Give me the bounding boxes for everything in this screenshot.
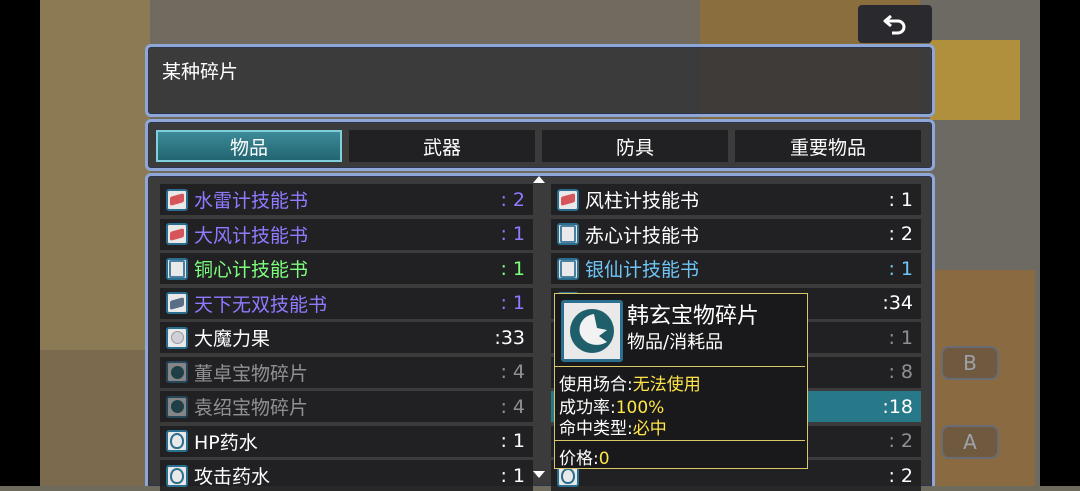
item-row[interactable]: 赤心计技能书 : 2 [551, 218, 921, 250]
a-button[interactable]: A [941, 425, 999, 459]
item-row[interactable]: 银仙计技能书 : 1 [551, 253, 921, 284]
item-count: : 2 [888, 464, 913, 487]
tooltip-hit-label: 命中类型: [559, 419, 633, 439]
item-name: 铜心计技能书 [194, 259, 309, 281]
tab-weapons[interactable]: 武器 [349, 130, 535, 162]
back-button[interactable] [858, 5, 932, 43]
item-row[interactable]: 攻击药水 : 1 [160, 460, 533, 491]
item-row[interactable]: 铜心计技能书 : 1 [160, 253, 533, 284]
item-name: 天下无双技能书 [194, 293, 328, 316]
tooltip-use-row: 使用场合:无法使用 [559, 370, 701, 395]
item-name: 董卓宝物碎片 [194, 362, 309, 385]
scroll-book-icon [557, 257, 579, 280]
potion-icon [166, 464, 188, 487]
item-name: 水雷计技能书 [194, 190, 309, 212]
item-count: : 8 [888, 361, 913, 383]
fragment-icon [561, 300, 623, 362]
item-row[interactable]: 袁绍宝物碎片 : 4 [160, 391, 533, 422]
item-count: : 1 [888, 188, 913, 211]
item-name: 赤心计技能书 [585, 224, 700, 247]
tooltip-hit-row: 命中类型:必中 [559, 414, 667, 439]
item-count: : 1 [888, 326, 913, 349]
item-count: : 4 [500, 395, 525, 418]
tooltip-item-name: 韩玄宝物碎片 [627, 304, 760, 329]
item-name: HP药水 [194, 431, 258, 454]
item-name: 大风计技能书 [194, 224, 309, 247]
item-count: :18 [882, 395, 913, 418]
tooltip-item-type: 物品/消耗品 [627, 332, 724, 353]
item-row[interactable]: HP药水 : 1 [160, 425, 533, 457]
item-count: : 2 [500, 188, 525, 211]
tab-key-items[interactable]: 重要物品 [735, 130, 921, 162]
item-name: 大魔力果 [194, 328, 271, 350]
tooltip-price-value: 0 [598, 449, 610, 469]
tab-items[interactable]: 物品 [156, 130, 342, 162]
item-count: : 1 [500, 223, 525, 245]
potion-icon [166, 430, 188, 452]
item-name: 风柱计技能书 [585, 190, 700, 212]
item-row[interactable]: 大魔力果 :33 [160, 322, 533, 353]
item-row[interactable]: 水雷计技能书 : 2 [160, 184, 533, 215]
right-letterbox [1040, 0, 1080, 486]
item-count: : 2 [888, 223, 913, 245]
item-count: : 1 [888, 257, 913, 280]
return-arrow-icon [883, 14, 906, 35]
tooltip-price-label: 价格: [559, 449, 599, 469]
b-button[interactable]: B [941, 346, 999, 380]
fragment-icon [166, 361, 188, 383]
red-book-icon [166, 223, 188, 245]
fragment-icon [166, 395, 188, 418]
item-row[interactable]: 大风计技能书 : 1 [160, 218, 533, 250]
item-list-window: 水雷计技能书 : 2 大风计技能书 : 1 铜心计技能书 : 1 天下无双技能书 : 1 大魔力… [145, 173, 935, 491]
red-book-icon [557, 188, 579, 211]
tooltip-use-label: 使用场合: [559, 375, 633, 395]
blue-book-icon [166, 292, 188, 314]
item-count: : 4 [500, 361, 525, 383]
help-window: 某种碎片 [145, 44, 935, 117]
item-count: :34 [882, 292, 913, 314]
item-count: : 2 [888, 430, 913, 452]
item-count: : 1 [500, 464, 525, 487]
item-count: : 1 [500, 292, 525, 314]
item-row[interactable]: 天下无双技能书 : 1 [160, 287, 533, 319]
category-window: 物品 武器 防具 重要物品 [145, 119, 935, 171]
item-count: : 1 [500, 257, 525, 280]
tooltip-use-value: 无法使用 [632, 375, 701, 395]
red-book-icon [166, 188, 188, 211]
tooltip-price-row: 价格:0 [559, 444, 610, 469]
item-name: 银仙计技能书 [585, 259, 700, 281]
left-letterbox [0, 0, 40, 486]
item-name: 攻击药水 [194, 466, 271, 488]
item-row[interactable]: 董卓宝物碎片 : 4 [160, 356, 533, 388]
tooltip-divider [555, 366, 805, 367]
fruit-icon [166, 326, 188, 349]
scroll-down-arrow-icon[interactable] [533, 471, 545, 478]
item-count: :33 [494, 326, 525, 349]
item-row[interactable]: 风柱计技能书 : 1 [551, 184, 921, 215]
tab-armor[interactable]: 防具 [542, 130, 728, 162]
item-count: : 1 [500, 430, 525, 452]
tooltip-hit-value: 必中 [632, 419, 667, 439]
item-name: 袁绍宝物碎片 [194, 397, 309, 419]
item-detail-tooltip: 韩玄宝物碎片 物品/消耗品 使用场合:无法使用 成功率:100% 命中类型:必中… [554, 293, 808, 469]
tooltip-divider [555, 440, 805, 441]
scroll-book-icon [557, 223, 579, 245]
scroll-book-icon [166, 257, 188, 280]
help-text: 某种碎片 [162, 61, 239, 83]
scroll-up-arrow-icon[interactable] [533, 176, 545, 183]
